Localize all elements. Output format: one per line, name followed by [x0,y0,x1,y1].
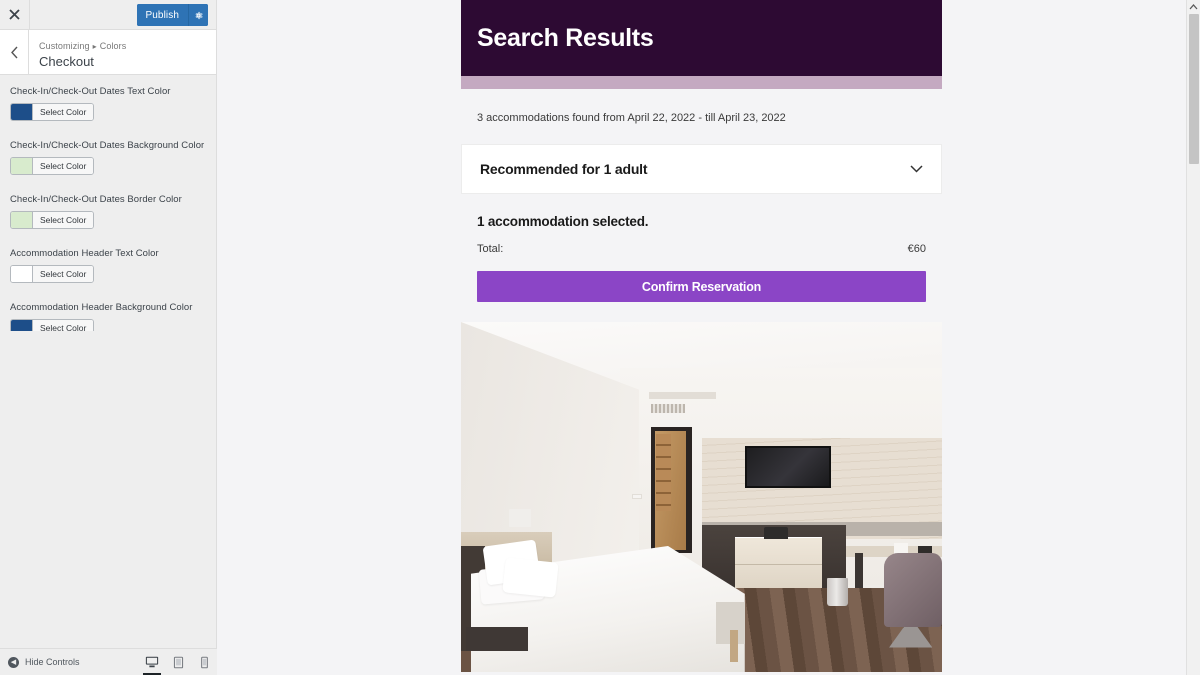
confirm-reservation-button[interactable]: Confirm Reservation [477,271,926,302]
hero-title: Search Results [477,23,654,52]
select-color-label: Select Color [33,266,94,282]
hide-controls-button[interactable]: ◀ Hide Controls [8,656,80,668]
hide-controls-label: Hide Controls [25,657,80,667]
results-count-text: 3 accommodations found from April 22, 20… [477,112,786,124]
control-checkin-background-color: Check-In/Check-Out Dates Background Colo… [10,139,206,179]
photo-pillow [502,557,559,598]
breadcrumb: Customizing ▸ Colors [39,40,126,53]
photo-wardrobe-shelves [656,434,671,511]
accordion-title: Recommended for 1 adult [480,161,648,177]
hotel-room-photo [461,322,942,672]
total-amount: €60 [907,243,926,255]
control-label: Check-In/Check-Out Dates Border Color [10,194,182,205]
sidebar-empty-area [0,331,216,648]
panel-header: Customizing ▸ Colors Checkout [0,30,216,75]
photo-soffit [648,392,716,399]
publish-button[interactable]: Publish [136,4,188,26]
photo-nightstand [465,626,529,651]
photo-desk-chair [884,553,942,627]
breadcrumb-root: Customizing [39,40,90,51]
chevron-down-icon[interactable] [910,165,923,173]
control-label: Check-In/Check-Out Dates Text Color [10,86,171,97]
select-color-label: Select Color [33,158,94,174]
desktop-icon[interactable] [139,649,165,675]
color-picker-button[interactable]: Select Color [10,103,95,121]
selected-count-text: 1 accommodation selected. [477,214,649,229]
color-swatch [11,158,33,174]
panel-titles: Customizing ▸ Colors Checkout [29,30,126,74]
publish-group: Publish [136,4,208,26]
color-swatch [11,212,33,228]
control-label: Accommodation Header Background Color [10,302,193,313]
control-label: Accommodation Header Text Color [10,248,159,259]
gear-icon[interactable] [188,4,208,26]
breadcrumb-separator: ▸ [92,41,97,51]
photo-dresser [735,537,822,594]
accommodation-accordion-header[interactable]: Recommended for 1 adult [461,144,942,194]
chevron-left-icon[interactable] [0,30,29,74]
color-controls-list: Check-In/Check-Out Dates Text Color Sele… [0,75,216,355]
customizer-header-bar: Publish [0,0,216,30]
control-accommodation-header-text-color: Accommodation Header Text Color Select C… [10,247,206,287]
customizer-footer: ◀ Hide Controls [0,648,217,675]
breadcrumb-parent: Colors [99,40,127,51]
preview-scrollbar[interactable] [1186,0,1200,675]
color-picker-button[interactable]: Select Color [10,211,95,229]
color-picker-button[interactable]: Select Color [10,157,95,175]
photo-waste-bin [826,577,849,606]
color-swatch [11,104,33,120]
photo-air-vent [650,404,685,413]
control-checkin-border-color: Check-In/Check-Out Dates Border Color Se… [10,193,206,233]
scrollbar-thumb[interactable] [1189,14,1199,164]
color-swatch [11,266,33,282]
control-label: Check-In/Check-Out Dates Background Colo… [10,140,205,151]
photo-light-switch [631,493,643,500]
photo-bedside-lamp [509,509,531,527]
search-results-header: Search Results [461,0,942,76]
preview-content-column: Search Results 3 accommodations found fr… [461,0,942,675]
collapse-icon: ◀ [8,656,19,668]
close-icon[interactable] [0,0,30,29]
control-checkin-text-color: Check-In/Check-Out Dates Text Color Sele… [10,85,206,125]
photo-kettle-tray [764,526,789,539]
preview-page-background: Search Results 3 accommodations found fr… [217,0,1200,675]
photo-dresser-drawer-line [735,563,822,565]
customizer-sidebar: Publish Customizing ▸ Colors Checkout Ch… [0,0,217,675]
reservation-summary: 1 accommodation selected. Total: €60 Con… [461,194,942,302]
select-color-label: Select Color [33,104,94,120]
color-picker-button[interactable]: Select Color [10,265,95,283]
mobile-icon[interactable] [191,649,217,675]
header-accent-band [461,76,942,89]
device-preview-switcher [139,649,217,675]
select-color-label: Select Color [33,212,94,228]
page-title: Checkout [39,53,94,69]
customizer-app: Publish Customizing ▸ Colors Checkout Ch… [0,0,1200,675]
tablet-icon[interactable] [165,649,191,675]
total-row: Total: €60 [477,243,926,255]
total-label: Total: [477,243,504,255]
chevron-up-icon[interactable] [1187,0,1200,14]
photo-bed-leg [730,630,739,662]
photo-television [744,446,832,489]
site-preview: Search Results 3 accommodations found fr… [217,0,1200,675]
